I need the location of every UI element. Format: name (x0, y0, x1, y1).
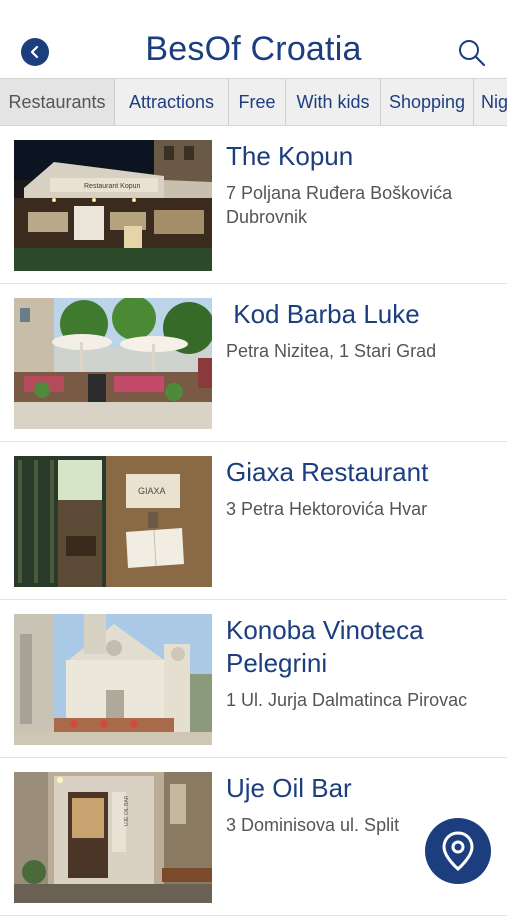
search-icon (459, 40, 486, 67)
map-button[interactable] (425, 818, 491, 884)
search-button[interactable] (457, 38, 487, 68)
tab-shopping[interactable]: Shopping (381, 79, 474, 125)
tab-free[interactable]: Free (229, 79, 286, 125)
list-item[interactable]: Konoba Vinoteca Pelegrini 1 Ul. Jurja Da… (0, 600, 507, 758)
cathedral-square-photo (14, 614, 212, 745)
place-address: Petra Nizitea, 1 Stari Grad (226, 341, 437, 361)
app-header: BesOf Croatia (0, 0, 507, 78)
place-name: Uje Oil Bar (226, 773, 352, 803)
place-address: 3 Petra Hektorovića Hvar (226, 499, 428, 519)
restaurant-terrace-night-photo: Restaurant Kopun (14, 140, 212, 271)
place-address: 7 Poljana Ruđera Boškovića Dubrovnik (226, 183, 453, 227)
category-tabs: Restaurants Attractions Free With kids S… (0, 78, 507, 126)
svg-text:Restaurant Kopun: Restaurant Kopun (84, 183, 141, 190)
terrace-with-umbrellas-photo (14, 298, 212, 429)
place-name: The Kopun (226, 141, 354, 171)
list-item[interactable]: Restaurant Kopun The Kopun 7 Poljana Ruđ… (0, 126, 507, 284)
place-name: Kod Barba Luke (226, 299, 420, 329)
app-title: BesOf Croatia (145, 30, 362, 68)
svg-text:UJE OIL BAR: UJE OIL BAR (124, 795, 130, 826)
tab-restaurants[interactable]: Restaurants (0, 79, 115, 125)
place-address: 1 Ul. Jurja Dalmatinca Pirovac (226, 690, 468, 710)
tab-nightlife[interactable]: Nig (474, 79, 507, 125)
place-name: Konoba Vinoteca Pelegrini (226, 615, 424, 678)
list-item[interactable]: Kod Barba Luke Petra Nizitea, 1 Stari Gr… (0, 284, 507, 442)
stone-entrance-sign-photo: GIAXA (14, 456, 212, 587)
map-pin-icon (442, 831, 474, 871)
oil-bar-storefront-photo: UJE OIL BAR (14, 772, 212, 903)
list-item[interactable]: GIAXA Giaxa Restaurant 3 Petra Hektorovi… (0, 442, 507, 600)
tab-with-kids[interactable]: With kids (286, 79, 381, 125)
place-name: Giaxa Restaurant (226, 457, 429, 487)
svg-text:GIAXA: GIAXA (138, 486, 166, 496)
tab-attractions[interactable]: Attractions (115, 79, 229, 125)
